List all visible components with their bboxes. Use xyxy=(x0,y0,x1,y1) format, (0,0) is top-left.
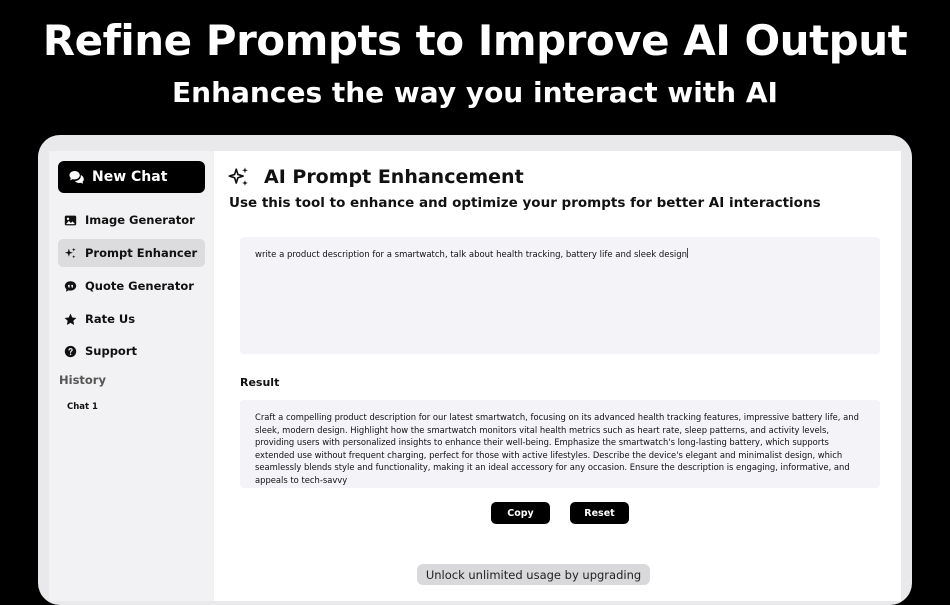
sidebar: New Chat Image Generator Prompt Enhancer xyxy=(49,151,214,601)
sidebar-item-label: Prompt Enhancer xyxy=(85,246,198,260)
image-icon xyxy=(64,215,77,225)
sidebar-item-quote-generator[interactable]: Quote Generator xyxy=(58,272,205,300)
prompt-input[interactable]: write a product description for a smartw… xyxy=(240,237,880,354)
upgrade-button[interactable]: Unlock unlimited usage by upgrading xyxy=(417,564,650,585)
sidebar-item-image-generator[interactable]: Image Generator xyxy=(58,206,205,234)
sidebar-item-prompt-enhancer[interactable]: Prompt Enhancer xyxy=(58,239,205,267)
result-output[interactable]: Craft a compelling product description f… xyxy=(240,400,880,488)
new-chat-label: New Chat xyxy=(92,169,168,185)
sidebar-item-label: Image Generator xyxy=(85,213,195,227)
sidebar-item-support[interactable]: Support xyxy=(58,337,205,365)
sidebar-item-label: Support xyxy=(85,344,138,358)
page-description: Use this tool to enhance and optimize yo… xyxy=(229,195,821,211)
sidebar-item-rate-us[interactable]: Rate Us xyxy=(58,305,205,333)
new-chat-button[interactable]: New Chat xyxy=(58,161,205,193)
history-item-chat-1[interactable]: Chat 1 xyxy=(67,402,98,412)
sparkles-icon xyxy=(64,247,76,258)
reset-button[interactable]: Reset xyxy=(570,502,629,524)
history-heading: History xyxy=(59,373,106,387)
sparkles-icon xyxy=(228,167,248,186)
page-title: AI Prompt Enhancement xyxy=(264,166,524,188)
sidebar-item-label: Rate Us xyxy=(85,312,136,326)
help-circle-icon xyxy=(64,345,77,357)
star-icon xyxy=(64,313,77,325)
sidebar-item-label: Quote Generator xyxy=(85,279,194,293)
result-heading: Result xyxy=(240,376,280,389)
text-caret xyxy=(687,248,689,258)
main-content: AI Prompt Enhancement Use this tool to e… xyxy=(214,151,901,601)
prompt-input-text: write a product description for a smartw… xyxy=(255,250,688,260)
chat-bubbles-icon xyxy=(69,170,84,184)
page-header: AI Prompt Enhancement xyxy=(228,166,524,188)
hero-title: Refine Prompts to Improve AI Output xyxy=(42,16,908,65)
quote-bubble-icon xyxy=(64,280,77,292)
hero-subtitle: Enhances the way you interact with AI xyxy=(172,76,778,109)
copy-button[interactable]: Copy xyxy=(491,502,550,524)
result-text: Craft a compelling product description f… xyxy=(255,412,859,485)
app-window: New Chat Image Generator Prompt Enhancer xyxy=(49,151,901,601)
